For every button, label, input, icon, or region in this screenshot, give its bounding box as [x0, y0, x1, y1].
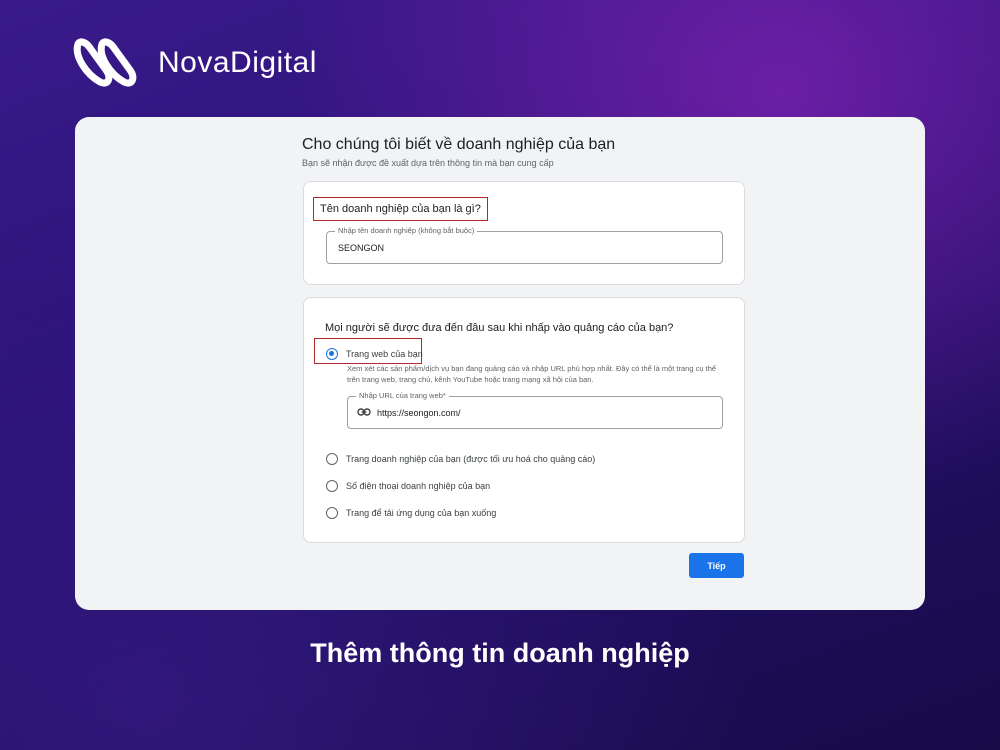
form-panel: Cho chúng tôi biết về doanh nghiệp của b…	[75, 117, 925, 610]
radio-website[interactable]	[326, 348, 338, 360]
brand: NovaDigital	[72, 34, 317, 92]
link-icon	[357, 408, 371, 416]
option-phone-label[interactable]: Số điện thoại doanh nghiệp của bạn	[346, 481, 490, 491]
radio-app[interactable]	[326, 507, 338, 519]
nova-logo-icon	[73, 38, 137, 87]
next-button[interactable]: Tiếp	[689, 553, 744, 578]
page-title: Cho chúng tôi biết về doanh nghiệp của b…	[302, 136, 616, 153]
option-business-page-label[interactable]: Trang doanh nghiệp của bạn (được tối ưu …	[346, 454, 595, 464]
page-subtitle: Bạn sẽ nhận được đề xuất dựa trên thông …	[302, 158, 554, 168]
website-description: Xem xét các sản phẩm/dịch vụ bạn đang qu…	[347, 364, 717, 384]
destination-question: Mọi người sẽ được đưa đến đâu sau khi nh…	[325, 322, 674, 334]
business-name-value: SEONGON	[338, 243, 385, 253]
website-url-value: https://seongon.com/	[377, 408, 461, 418]
website-url-field-label: Nhập URL của trang web*	[356, 391, 449, 401]
option-app-label[interactable]: Trang để tải ứng dụng của bạn xuống	[346, 508, 496, 518]
business-name-field-label: Nhập tên doanh nghiệp (không bắt buộc)	[335, 226, 478, 236]
radio-business-page[interactable]	[326, 453, 338, 465]
business-name-input[interactable]: Nhập tên doanh nghiệp (không bắt buộc) S…	[326, 226, 723, 264]
caption: Thêm thông tin doanh nghiệp	[310, 638, 690, 668]
radio-phone[interactable]	[326, 480, 338, 492]
business-name-card: Tên doanh nghiệp của bạn là gì? Nhập tên…	[303, 181, 745, 285]
business-name-question: Tên doanh nghiệp của bạn là gì?	[313, 197, 488, 221]
option-website-label[interactable]: Trang web của bạn	[346, 349, 423, 359]
destination-card: Mọi người sẽ được đưa đến đâu sau khi nh…	[303, 297, 745, 543]
website-url-input[interactable]: Nhập URL của trang web* https://seongon.…	[347, 391, 723, 429]
brand-name: NovaDigital	[158, 46, 317, 79]
